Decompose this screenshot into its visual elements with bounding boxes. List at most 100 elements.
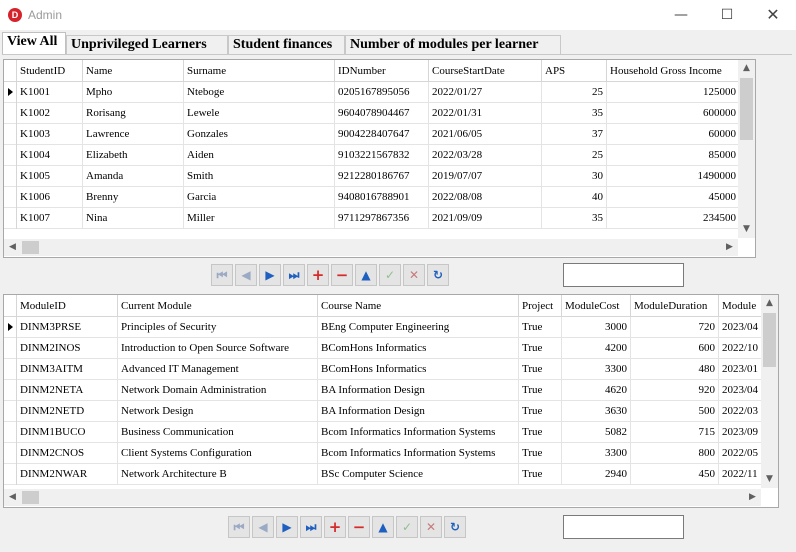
table-cell[interactable]: 2022/08/08: [429, 187, 542, 208]
table-cell[interactable]: K1004: [17, 145, 83, 166]
table-cell[interactable]: 3000: [562, 317, 631, 338]
table-cell[interactable]: Aiden: [184, 145, 335, 166]
table-cell[interactable]: Network Architecture B: [118, 464, 318, 485]
first-button[interactable]: ⏮: [211, 264, 233, 286]
column-header[interactable]: Course Name: [318, 295, 519, 317]
table-cell[interactable]: 25: [542, 145, 607, 166]
table-cell[interactable]: 600000: [607, 103, 740, 124]
scroll-up-icon[interactable]: ▲: [738, 60, 755, 77]
scroll-down-icon[interactable]: ▼: [738, 221, 755, 238]
table-cell[interactable]: 4620: [562, 380, 631, 401]
table-cell[interactable]: True: [519, 338, 562, 359]
scroll-left-icon[interactable]: ◀: [4, 239, 21, 256]
table-cell[interactable]: BComHons Informatics: [318, 338, 519, 359]
table-cell[interactable]: Bcom Informatics Information Systems: [318, 422, 519, 443]
table-row[interactable]: DINM1BUCO Business Communication Bcom Info…: [4, 422, 763, 443]
students-grid[interactable]: StudentID Name Surname IDNumber CourseStartD…: [3, 59, 756, 258]
column-header[interactable]: IDNumber: [335, 60, 429, 82]
table-cell[interactable]: DINM2CNOS: [17, 443, 118, 464]
table-cell[interactable]: 2022/01/27: [429, 82, 542, 103]
table-row[interactable]: K1004 Elizabeth Aiden 9103221567832 2022/03/…: [4, 145, 740, 166]
table-cell[interactable]: 2022/11: [719, 464, 763, 485]
row-selector[interactable]: [4, 145, 17, 166]
first-button[interactable]: ⏮: [228, 516, 250, 538]
scroll-thumb[interactable]: [22, 241, 39, 254]
scroll-right-icon[interactable]: ▶: [744, 489, 761, 506]
table-cell[interactable]: Brenny: [83, 187, 184, 208]
table-row[interactable]: DINM2NWAR Network Architecture B BSc Compu…: [4, 464, 763, 485]
table-cell[interactable]: Nina: [83, 208, 184, 229]
row-selector[interactable]: [4, 208, 17, 229]
scroll-thumb[interactable]: [763, 313, 776, 367]
table-cell[interactable]: Network Design: [118, 401, 318, 422]
table-cell[interactable]: DINM2NETD: [17, 401, 118, 422]
column-header[interactable]: CourseStartDate: [429, 60, 542, 82]
table-cell[interactable]: True: [519, 317, 562, 338]
table-cell[interactable]: 800: [631, 443, 719, 464]
column-header[interactable]: ModuleID: [17, 295, 118, 317]
cancel-button[interactable]: ✕: [420, 516, 442, 538]
maximize-button[interactable]: ☐: [704, 0, 750, 30]
delete-button[interactable]: −: [348, 516, 370, 538]
row-selector[interactable]: [4, 187, 17, 208]
table-cell[interactable]: BA Information Design: [318, 401, 519, 422]
add-button[interactable]: +: [324, 516, 346, 538]
row-selector[interactable]: [4, 317, 17, 338]
table-row[interactable]: K1001 Mpho Nteboge 0205167895056 2022/01/27 2…: [4, 82, 740, 103]
table-cell[interactable]: 234500: [607, 208, 740, 229]
table-row[interactable]: DINM2INOS Introduction to Open Source Sof…: [4, 338, 763, 359]
table-cell[interactable]: K1001: [17, 82, 83, 103]
table-cell[interactable]: 40: [542, 187, 607, 208]
previous-button[interactable]: ◀: [252, 516, 274, 538]
table-cell[interactable]: 45000: [607, 187, 740, 208]
column-header[interactable]: ModuleDuration: [631, 295, 719, 317]
save-button[interactable]: ✓: [396, 516, 418, 538]
table-cell[interactable]: 2019/07/07: [429, 166, 542, 187]
tab-student-finances[interactable]: Student finances: [228, 35, 345, 54]
table-cell[interactable]: BComHons Informatics: [318, 359, 519, 380]
table-row[interactable]: DINM3AITM Advanced IT Management BComHons …: [4, 359, 763, 380]
table-cell[interactable]: DINM3PRSE: [17, 317, 118, 338]
table-cell[interactable]: Garcia: [184, 187, 335, 208]
table-row[interactable]: K1006 Brenny Garcia 9408016788901 2022/08/08…: [4, 187, 740, 208]
next-button[interactable]: ▶: [259, 264, 281, 286]
next-button[interactable]: ▶: [276, 516, 298, 538]
table-cell[interactable]: 3630: [562, 401, 631, 422]
row-selector[interactable]: [4, 103, 17, 124]
table-cell[interactable]: 2021/06/05: [429, 124, 542, 145]
table-cell[interactable]: 715: [631, 422, 719, 443]
table-cell[interactable]: 2022/03/28: [429, 145, 542, 166]
previous-button[interactable]: ◀: [235, 264, 257, 286]
table-cell[interactable]: Principles of Security: [118, 317, 318, 338]
table-cell[interactable]: Lawrence: [83, 124, 184, 145]
row-selector[interactable]: [4, 359, 17, 380]
modules-grid-horizontal-scrollbar[interactable]: ◀ ▶: [4, 489, 761, 506]
scroll-right-icon[interactable]: ▶: [721, 239, 738, 256]
move-up-button[interactable]: ▲: [372, 516, 394, 538]
column-header[interactable]: Current Module: [118, 295, 318, 317]
row-selector[interactable]: [4, 443, 17, 464]
table-cell[interactable]: 4200: [562, 338, 631, 359]
table-cell[interactable]: 2022/01/31: [429, 103, 542, 124]
cancel-button[interactable]: ✕: [403, 264, 425, 286]
table-cell[interactable]: Business Communication: [118, 422, 318, 443]
column-header[interactable]: Project: [519, 295, 562, 317]
table-cell[interactable]: BEng Computer Engineering: [318, 317, 519, 338]
delete-button[interactable]: −: [331, 264, 353, 286]
row-selector[interactable]: [4, 82, 17, 103]
table-cell[interactable]: Rorisang: [83, 103, 184, 124]
scroll-up-icon[interactable]: ▲: [761, 295, 778, 312]
table-cell[interactable]: 9004228407647: [335, 124, 429, 145]
table-row[interactable]: K1005 Amanda Smith 9212280186767 2019/07/07 3…: [4, 166, 740, 187]
table-cell[interactable]: Miller: [184, 208, 335, 229]
table-cell[interactable]: Client Systems Configuration: [118, 443, 318, 464]
students-grid-vertical-scrollbar[interactable]: ▲ ▼: [738, 60, 755, 238]
table-cell[interactable]: 2023/01: [719, 359, 763, 380]
tab-view-all[interactable]: View All: [2, 32, 66, 54]
table-cell[interactable]: 60000: [607, 124, 740, 145]
table-cell[interactable]: K1007: [17, 208, 83, 229]
refresh-button[interactable]: ↻: [427, 264, 449, 286]
table-cell[interactable]: True: [519, 359, 562, 380]
row-selector[interactable]: [4, 422, 17, 443]
column-header[interactable]: APS: [542, 60, 607, 82]
